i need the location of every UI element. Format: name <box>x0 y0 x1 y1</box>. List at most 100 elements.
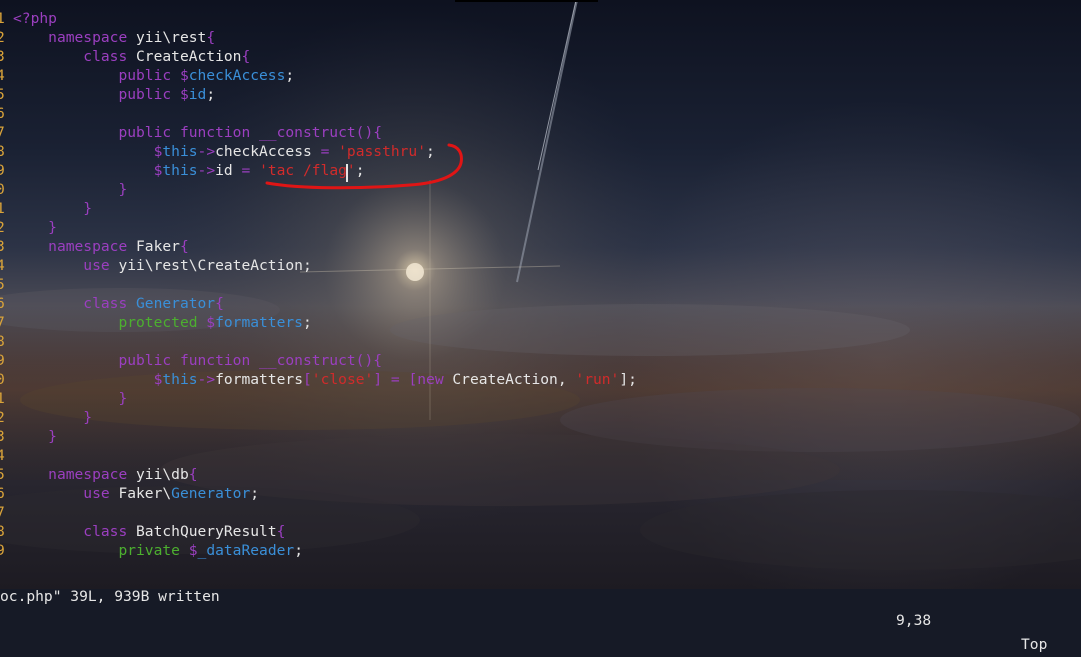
code-token: -> <box>197 162 216 179</box>
code-token: yii\db <box>127 466 189 483</box>
code-line[interactable]: 3 } <box>0 427 1081 446</box>
code-line[interactable]: 5 namespace yii\db{ <box>0 465 1081 484</box>
code-token: public <box>118 86 172 103</box>
code-line[interactable]: 6 <box>0 104 1081 123</box>
line-number: 2 <box>0 29 5 46</box>
code-line[interactable]: 1 } <box>0 389 1081 408</box>
code-line[interactable]: 8 <box>0 332 1081 351</box>
code-token: namespace <box>48 29 128 46</box>
line-number: 5 <box>0 276 5 293</box>
code-token: use <box>83 257 110 274</box>
line-code: } <box>13 180 127 199</box>
code-token: class <box>83 523 128 540</box>
line-code: private $_dataReader; <box>13 541 303 560</box>
code-token: ; <box>206 86 216 103</box>
code-line[interactable]: 5 <box>0 275 1081 294</box>
line-number: 4 <box>0 257 5 274</box>
code-line[interactable]: 8 $this->checkAccess = 'passthru'; <box>0 142 1081 161</box>
code-line[interactable]: 4 <box>0 446 1081 465</box>
code-line[interactable]: 0 } <box>0 180 1081 199</box>
code-line[interactable]: 6 class Generator{ <box>0 294 1081 313</box>
code-token: private <box>118 542 180 559</box>
code-token: __construct <box>250 124 356 141</box>
line-number: 3 <box>0 238 5 255</box>
code-line[interactable]: 1 } <box>0 199 1081 218</box>
code-line[interactable]: 4 public $checkAccess; <box>0 66 1081 85</box>
code-line[interactable]: 1 <?php <box>0 9 1081 28</box>
code-token: [ <box>303 371 312 388</box>
code-token: protected <box>118 314 198 331</box>
code-line[interactable]: 3 class CreateAction{ <box>0 47 1081 66</box>
code-token: use <box>83 485 110 502</box>
code-line[interactable]: 7 public function __construct(){ <box>0 123 1081 142</box>
cursor-position: 9,38 <box>896 612 932 629</box>
code-token: CreateAction, <box>443 371 576 388</box>
code-token: CreateAction <box>127 48 242 65</box>
code-token: this <box>162 371 198 388</box>
code-token: BatchQueryResult <box>127 523 277 540</box>
code-line[interactable]: 9 public function __construct(){ <box>0 351 1081 370</box>
line-number: 7 <box>0 124 5 141</box>
code-line[interactable]: 9 $this->id = 'tac /flag'; <box>0 161 1081 180</box>
code-line[interactable]: 2 } <box>0 218 1081 237</box>
code-token: 'passthru' <box>338 143 427 160</box>
code-token: namespace <box>48 466 128 483</box>
code-token: ; <box>250 485 260 502</box>
line-number: 6 <box>0 485 5 502</box>
code-token: = <box>311 143 339 160</box>
code-token: (){ <box>355 352 383 369</box>
line-number: 0 <box>0 371 5 388</box>
vim-editor-buffer[interactable]: 1 <?php 2 namespace yii\rest{3 class Creat… <box>0 9 1081 560</box>
code-token: } <box>48 428 57 445</box>
line-number: 8 <box>0 523 5 540</box>
code-line[interactable]: 2 namespace yii\rest{ <box>0 28 1081 47</box>
line-code: } <box>13 199 92 218</box>
code-token: ; <box>285 67 295 84</box>
line-code: class CreateAction{ <box>13 47 250 66</box>
code-line[interactable]: 2 } <box>0 408 1081 427</box>
code-line[interactable]: 5 public $id; <box>0 85 1081 104</box>
code-line[interactable]: 6 use Faker\Generator; <box>0 484 1081 503</box>
line-code: $this->formatters['close'] = [new Create… <box>13 370 637 389</box>
code-token: { <box>215 295 224 312</box>
code-line[interactable]: 8 class BatchQueryResult{ <box>0 522 1081 541</box>
code-line[interactable]: 3 namespace Faker{ <box>0 237 1081 256</box>
code-line[interactable]: 7 <box>0 503 1081 522</box>
top-edge-bar <box>455 0 598 2</box>
code-token: 'run' <box>575 371 620 388</box>
line-number: 9 <box>0 542 5 559</box>
code-line[interactable]: 4 use yii\rest\CreateAction; <box>0 256 1081 275</box>
code-token: ; <box>294 542 303 559</box>
code-token: formatters <box>215 314 303 331</box>
code-token: $ <box>171 67 189 84</box>
code-token: function <box>171 124 251 141</box>
code-token: <?php <box>13 10 57 27</box>
line-number: 3 <box>0 428 5 445</box>
code-line[interactable]: 0 $this->formatters['close'] = [new Crea… <box>0 370 1081 389</box>
code-line[interactable]: 9 private $_dataReader; <box>0 541 1081 560</box>
code-token: this <box>162 143 198 160</box>
code-token: $ <box>179 542 198 559</box>
line-code: use Faker\Generator; <box>13 484 259 503</box>
code-token: function <box>171 352 251 369</box>
code-line[interactable]: 7 protected $formatters; <box>0 313 1081 332</box>
line-code: use yii\rest\CreateAction; <box>13 256 312 275</box>
line-code: public function __construct(){ <box>13 123 382 142</box>
line-number: 9 <box>0 352 5 369</box>
code-token: { <box>241 48 251 65</box>
code-token: ; <box>302 257 312 274</box>
